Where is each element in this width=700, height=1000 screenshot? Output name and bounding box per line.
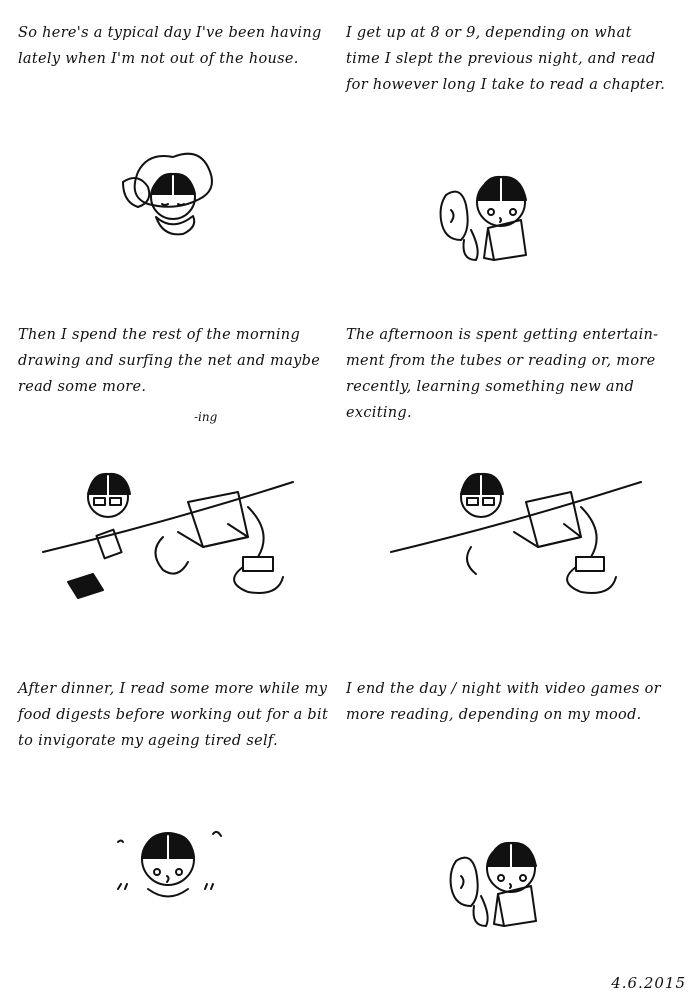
panel-4-caption: The afternoon is spent getting entertain… (346, 327, 659, 421)
panel-5: After dinner, I read some more while my … (18, 676, 348, 996)
panel-3: Then I spend the rest of the morning dra… (18, 322, 348, 642)
panel-1-caption: So here's a typical day I've been having… (18, 25, 322, 67)
panel-3-caption: Then I spend the rest of the morning dra… (18, 327, 321, 395)
panel-2: I get up at 8 or 9, depending on what ti… (346, 20, 676, 340)
panel-6-caption: I end the day / night with video games o… (346, 681, 661, 723)
exercising-character-drawing (113, 814, 233, 914)
panel-3-insert-note: -ing (194, 410, 218, 424)
drawing-at-desk-drawing (38, 462, 298, 612)
watching-laptop-drawing (386, 462, 646, 612)
sleeping-character-drawing (118, 142, 238, 252)
reading-in-bed-drawing (436, 160, 556, 270)
panel-5-caption: After dinner, I read some more while my … (18, 681, 329, 749)
gaming-in-bed-drawing (446, 826, 566, 936)
panel-1: So here's a typical day I've been having… (18, 20, 348, 340)
date-stamp: 4.6.2015 (611, 974, 686, 992)
panel-6: I end the day / night with video games o… (346, 676, 676, 996)
panel-2-caption: I get up at 8 or 9, depending on what ti… (346, 25, 666, 93)
panel-4: The afternoon is spent getting entertain… (346, 322, 676, 642)
